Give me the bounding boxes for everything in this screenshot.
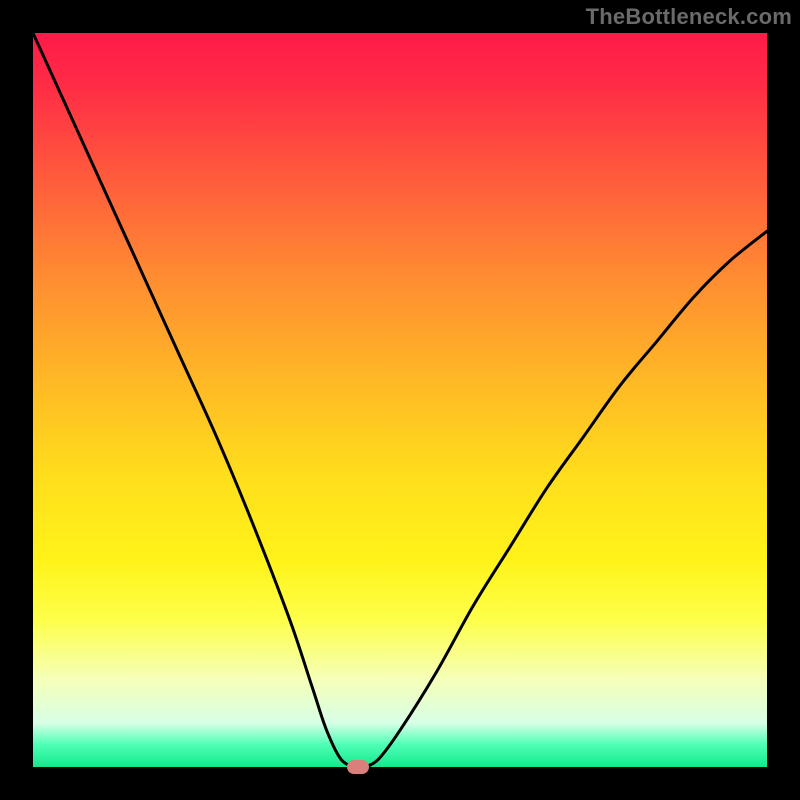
optimum-marker <box>347 760 369 774</box>
bottleneck-curve <box>33 33 767 767</box>
chart-frame: TheBottleneck.com <box>0 0 800 800</box>
watermark-text: TheBottleneck.com <box>586 4 792 30</box>
plot-area <box>33 33 767 767</box>
